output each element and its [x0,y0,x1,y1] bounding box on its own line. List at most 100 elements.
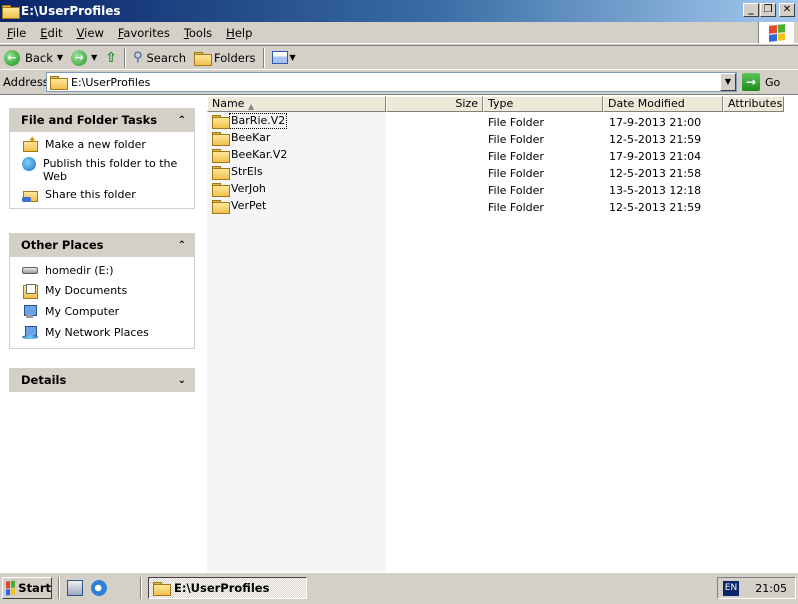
taskbar-window-button[interactable]: E:\UserProfiles [148,577,307,599]
explorer-content: File and Folder Tasks ⌃ Make a new folde… [0,94,798,573]
maximize-button[interactable]: ❐ [760,3,776,17]
task-share-folder[interactable]: Share this folder [22,188,194,202]
address-dropdown-button[interactable]: ▼ [720,73,736,91]
modified-cell: 12-5-2013 21:59 [609,201,702,214]
menu-bar: File Edit View Favorites Tools Help [0,22,798,44]
show-desktop-icon[interactable] [67,580,83,596]
drive-icon [22,267,38,274]
views-button[interactable]: ▼ [268,47,300,69]
type-cell: File Folder [488,201,544,214]
task-pane: File and Folder Tasks ⌃ Make a new folde… [0,95,205,573]
window-title: E:\UserProfiles [21,4,121,18]
language-indicator[interactable]: EN [723,581,739,596]
menu-help[interactable]: Help [219,26,259,40]
taskbar-separator [140,577,142,599]
forward-arrow-icon: → [71,49,88,66]
windows-logo [758,22,794,43]
modified-cell: 17-9-2013 21:04 [609,150,702,163]
name-cell: StrEls [212,165,264,180]
address-bar: Address E:\UserProfiles ▼ → Go [0,71,798,93]
column-label: Date Modified [608,97,685,110]
folder-icon [50,76,68,90]
task-label: Share this folder [45,188,136,201]
title-bar[interactable]: E:\UserProfiles _ ❐ ✕ [0,0,798,22]
column-header-date-modified[interactable]: Date Modified [603,96,723,112]
menu-tools[interactable]: Tools [177,26,219,40]
place-homedir[interactable]: homedir (E:) [22,264,194,277]
table-row[interactable]: BeeKar File Folder 12-5-2013 21:59 [207,131,798,148]
folders-button[interactable]: Folders [190,47,260,69]
panel-header[interactable]: File and Folder Tasks ⌃ [9,108,195,132]
menu-view[interactable]: View [70,26,111,40]
back-button[interactable]: ← Back ▼ [0,47,67,69]
column-header-type[interactable]: Type [483,96,603,112]
table-row[interactable]: StrEls File Folder 12-5-2013 21:58 [207,165,798,182]
windows-flag-icon [6,580,16,596]
table-row[interactable]: BarRie.V2 File Folder 17-9-2013 21:00 [207,113,798,131]
views-icon [271,51,288,64]
chevron-up-icon[interactable]: ⌃ [178,115,186,126]
task-label: Make a new folder [45,138,146,151]
go-button[interactable]: → Go [742,72,780,92]
window-controls: _ ❐ ✕ [743,3,795,17]
panel-title: Details [21,373,67,387]
chevron-down-icon[interactable]: ▼ [91,53,97,62]
menu-file[interactable]: File [0,26,33,40]
task-publish-folder[interactable]: Publish this folder to the Web [22,157,194,183]
chevron-down-icon[interactable]: ▼ [57,53,63,62]
toolbar-separator [262,47,265,68]
minimize-button[interactable]: _ [743,3,759,17]
chevron-up-icon[interactable]: ⌃ [178,240,186,251]
system-tray: EN 21:05 [717,577,796,599]
folder-icon [212,183,230,197]
name-cell: VerPet [212,199,267,214]
task-make-new-folder[interactable]: Make a new folder [22,134,194,152]
column-header-size[interactable]: Size [386,96,483,112]
column-header-name[interactable]: Name ▲ [207,96,386,112]
windows-flag-icon [768,23,785,42]
folder-icon [212,166,230,180]
task-label: E:\UserProfiles [174,581,270,595]
place-my-network-places[interactable]: My Network Places [22,326,194,340]
search-button[interactable]: ⚲ Search [129,47,190,69]
close-button[interactable]: ✕ [779,3,795,17]
start-button[interactable]: Start [2,577,52,599]
search-icon: ⚲ [132,50,143,65]
table-row[interactable]: VerPet File Folder 12-5-2013 21:59 [207,199,798,216]
table-row[interactable]: BeeKar.V2 File Folder 17-9-2013 21:04 [207,148,798,165]
place-label: My Documents [45,284,128,297]
share-folder-icon [22,188,38,202]
file-name: StrEls [231,165,263,178]
panel-body: homedir (E:) My Documents My Computer My… [9,257,195,349]
table-row[interactable]: VerJoh File Folder 13-5-2013 12:18 [207,182,798,199]
type-cell: File Folder [488,184,544,197]
menu-favorites[interactable]: Favorites [111,26,177,40]
place-label: My Network Places [45,326,149,339]
back-arrow-icon: ← [4,49,20,66]
go-arrow-icon: → [742,73,760,91]
standard-toolbar: ← Back ▼ → ▼ ⇧ ⚲ Search Folders ▼ [0,45,798,70]
folder-icon [212,149,230,163]
start-label: Start [18,581,51,595]
column-label: Size [455,97,478,110]
address-path: E:\UserProfiles [71,75,151,89]
column-headers: Name ▲ Size Type Date Modified Attribute… [207,96,784,112]
clock[interactable]: 21:05 [755,582,787,595]
place-my-documents[interactable]: My Documents [22,284,194,299]
forward-button[interactable]: → ▼ [67,47,101,69]
place-label: homedir (E:) [45,264,114,277]
menu-edit[interactable]: Edit [33,26,69,40]
up-folder-button[interactable]: ⇧ [101,47,121,69]
chevron-down-icon[interactable]: ▼ [290,53,296,62]
column-label: Attributes [728,97,783,110]
type-cell: File Folder [488,167,544,180]
file-list[interactable]: Name ▲ Size Type Date Modified Attribute… [207,95,798,573]
column-header-attributes[interactable]: Attributes [723,96,784,112]
place-my-computer[interactable]: My Computer [22,305,194,319]
address-input[interactable]: E:\UserProfiles ▼ [46,72,737,92]
internet-explorer-icon[interactable] [91,580,107,596]
chevron-down-icon[interactable]: ⌄ [178,375,186,386]
panel-header[interactable]: Other Places ⌃ [9,233,195,257]
panel-header[interactable]: Details ⌄ [9,368,195,392]
column-label: Type [488,97,514,110]
